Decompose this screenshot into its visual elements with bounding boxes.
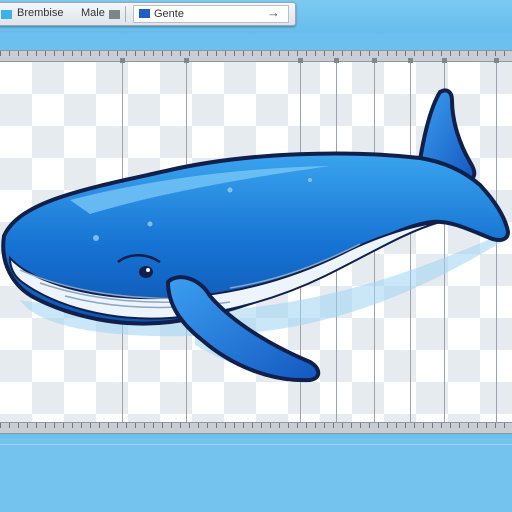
whale-eye-icon: [139, 266, 153, 278]
whale-illustration[interactable]: [0, 0, 512, 512]
eye-glint: [146, 268, 150, 272]
